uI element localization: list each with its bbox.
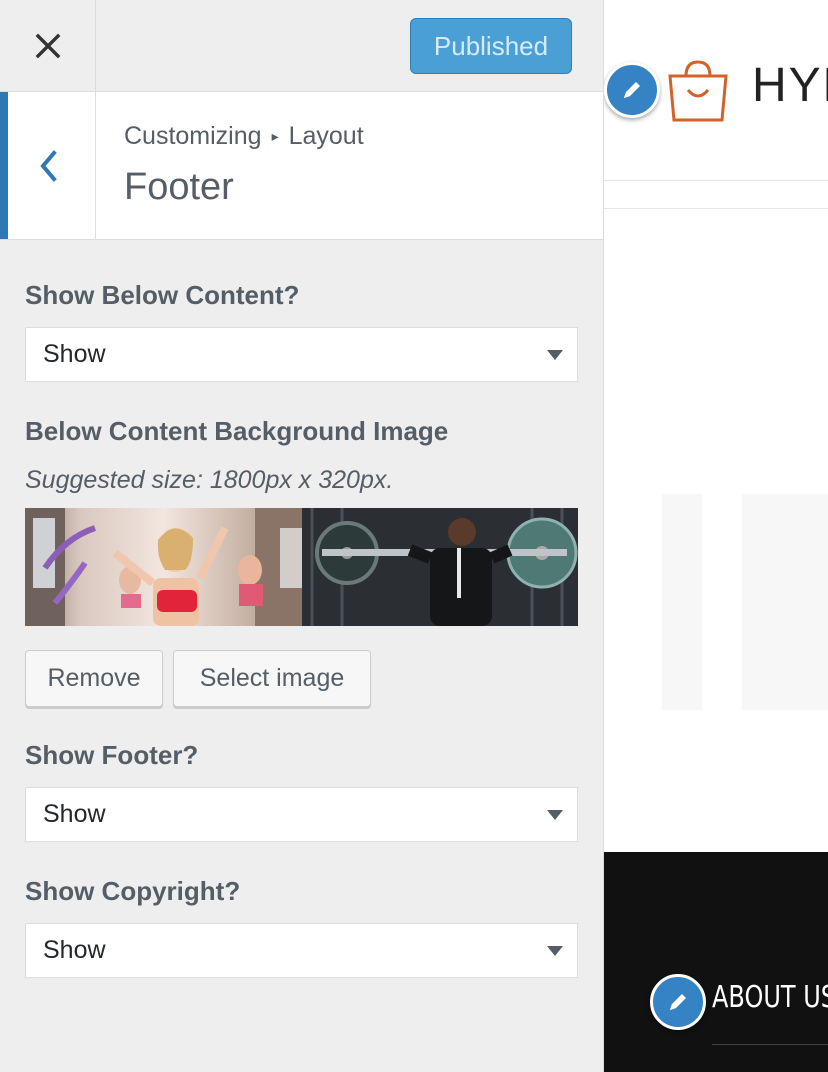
- content-placeholder: [742, 494, 828, 710]
- select-image-button[interactable]: Select image: [173, 650, 371, 707]
- below-content-select[interactable]: Show: [25, 327, 578, 382]
- show-footer-select[interactable]: Show: [25, 787, 578, 842]
- publish-button[interactable]: Published: [410, 18, 572, 74]
- below-content-select-value: Show: [43, 340, 106, 368]
- shopping-bag-icon: [668, 60, 728, 122]
- close-icon: [35, 33, 60, 58]
- customizer-panel: Published Customizing ▸ Layout Footer Sh…: [0, 0, 604, 1072]
- dropdown-caret-icon: [547, 946, 563, 956]
- show-copyright-select[interactable]: Show: [25, 923, 578, 978]
- remove-image-button[interactable]: Remove: [25, 650, 163, 707]
- edit-logo-shortcut[interactable]: [604, 62, 660, 118]
- show-footer-select-value: Show: [43, 800, 106, 828]
- breadcrumb-parent: Layout: [288, 122, 364, 150]
- caret-right-icon: ▸: [271, 128, 279, 144]
- site-title[interactable]: HYP: [752, 58, 828, 113]
- fitness-photo-left: [25, 508, 302, 626]
- back-button[interactable]: [0, 92, 96, 239]
- show-copyright-label: Show Copyright?: [25, 876, 241, 906]
- breadcrumb: Customizing ▸ Layout: [124, 122, 364, 151]
- site-preview: HYP ABOUT US: [604, 0, 828, 1072]
- menu-divider: [604, 208, 828, 209]
- chevron-left-icon: [39, 149, 57, 182]
- pencil-icon: [670, 994, 686, 1010]
- show-footer-label: Show Footer?: [25, 740, 199, 770]
- header-divider: [604, 180, 828, 181]
- footer-heading-underline: [712, 1044, 828, 1045]
- footer-heading: ABOUT US: [712, 980, 828, 1015]
- edit-footer-shortcut[interactable]: [650, 974, 706, 1030]
- fitness-photo-right: [301, 508, 578, 626]
- site-footer: [604, 852, 828, 1072]
- show-copyright-select-value: Show: [43, 936, 106, 964]
- weightlifting-illustration: [301, 508, 578, 626]
- dropdown-caret-icon: [547, 810, 563, 820]
- bg-image-label: Below Content Background Image: [25, 416, 449, 446]
- customizer-header: Published: [0, 0, 603, 92]
- dropdown-caret-icon: [547, 350, 563, 360]
- section-header: Customizing ▸ Layout Footer: [0, 92, 603, 240]
- pencil-icon: [624, 82, 640, 98]
- close-customizer-button[interactable]: [0, 0, 96, 91]
- fitness-class-illustration: [25, 508, 302, 626]
- bg-image-thumbnail[interactable]: [25, 508, 578, 626]
- content-placeholder: [662, 494, 702, 710]
- bg-image-description: Suggested size: 1800px x 320px.: [25, 466, 394, 494]
- section-title: Footer: [124, 166, 234, 208]
- below-content-label: Show Below Content?: [25, 280, 300, 310]
- breadcrumb-root: Customizing: [124, 122, 262, 150]
